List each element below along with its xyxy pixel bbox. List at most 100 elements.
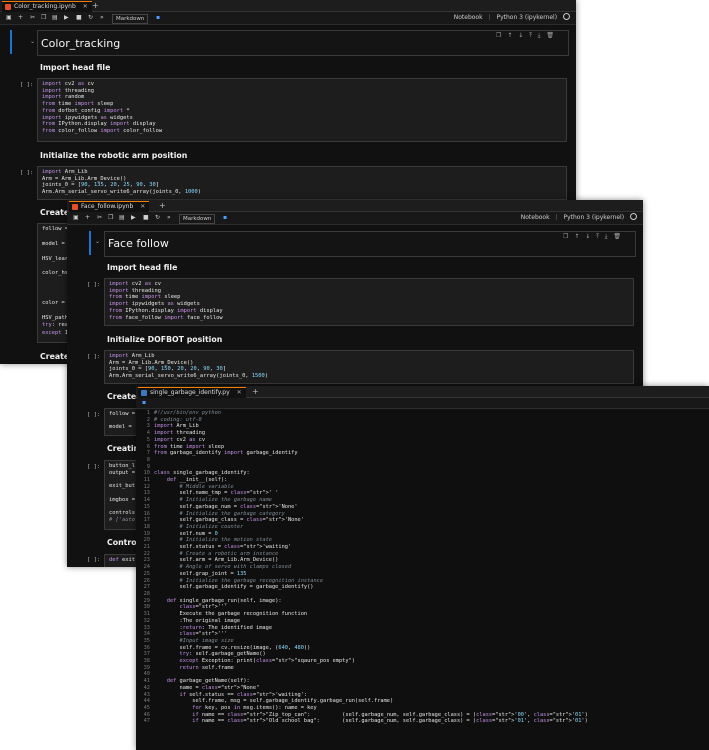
tab-face-follow[interactable]: Face_follow.ipynb ✕ <box>69 201 150 212</box>
code-area[interactable]: #!/usr/bin/env python # coding: utf-8 impo… <box>154 410 588 725</box>
close-icon[interactable]: ✕ <box>140 203 145 210</box>
title-cell[interactable] <box>104 231 636 257</box>
line-number: 41 <box>143 678 150 685</box>
fast-forward-icon[interactable]: » <box>167 212 171 224</box>
code-line: import threading <box>154 430 206 437</box>
code-line: self.name_tmp = class="str">' ' <box>154 490 279 497</box>
insert-above-icon[interactable]: ⤒ <box>529 32 532 39</box>
run-icon[interactable]: ▶ <box>131 212 136 224</box>
save-icon[interactable]: ▣ <box>73 212 79 224</box>
delete-icon[interactable]: 🗑 <box>613 233 621 240</box>
restart-icon[interactable]: ↻ <box>155 212 160 224</box>
add-cell-icon[interactable]: + <box>18 12 23 24</box>
stop-icon[interactable]: ■ <box>76 12 82 24</box>
line-number: 28 <box>143 590 150 597</box>
close-icon[interactable]: ✕ <box>237 389 242 396</box>
git-icon[interactable]: ▪ <box>223 212 227 224</box>
code-line: def garbage_getName(self): <box>166 678 250 685</box>
tab-garbage-identify[interactable]: single_garbage_identify.py ✕ <box>138 387 246 398</box>
insert-above-icon[interactable]: ⤒ <box>596 233 599 240</box>
duplicate-icon[interactable]: ❐ <box>563 233 568 240</box>
heading-creating: Creatin <box>107 444 140 453</box>
code-line: class="str">''' <box>179 604 228 611</box>
code-line: :The original image <box>154 617 241 624</box>
line-number: 13 <box>143 490 150 497</box>
move-down-icon[interactable]: ↓ <box>518 32 523 39</box>
duplicate-icon[interactable]: ❐ <box>496 32 501 39</box>
close-icon[interactable]: ✕ <box>83 3 88 10</box>
run-icon[interactable]: ▶ <box>64 12 69 24</box>
line-number: 37 <box>143 651 150 658</box>
new-tab-icon[interactable]: + <box>252 386 259 397</box>
delete-icon[interactable]: 🗑 <box>546 32 554 39</box>
paste-icon[interactable]: ▤ <box>52 12 58 24</box>
code-line: # Initialize the garbage name <box>154 497 273 504</box>
code-cell-import[interactable]: import cv2 as cv import threading from tim… <box>104 278 634 326</box>
code-line: # Middle variable <box>154 483 234 490</box>
insert-below-icon[interactable]: ⤓ <box>605 233 608 240</box>
line-number: 23 <box>143 557 150 564</box>
notebook-label[interactable]: Notebook <box>454 14 483 21</box>
move-up-icon[interactable]: ↑ <box>574 233 579 240</box>
cut-icon[interactable]: ✂ <box>97 212 102 224</box>
line-number: 34 <box>143 631 150 638</box>
copy-icon[interactable]: ❐ <box>108 212 113 224</box>
cut-icon[interactable]: ✂ <box>30 12 35 24</box>
tab-color-tracking[interactable]: Color_tracking.ipynb ✕ <box>2 1 92 12</box>
code-cell-init[interactable]: import Arm_Lib Arm = Arm_Lib.Arm_Device()… <box>104 350 634 384</box>
code-line: import threading <box>109 287 161 294</box>
code-line: self.garbage_num = class="str">'None' <box>154 503 298 510</box>
code-line: self.garbage_class = class="str">'None' <box>154 517 304 524</box>
stop-icon[interactable]: ■ <box>143 212 149 224</box>
notebook-label[interactable]: Notebook <box>521 214 550 221</box>
kernel-status: Notebook | Python 3 (ipykernel) <box>521 212 637 224</box>
code-cell-import[interactable]: import cv2 as cv import threading import r… <box>37 78 567 142</box>
line-number: 35 <box>143 637 150 644</box>
code-line: Execute the garbage recognition function <box>154 611 308 618</box>
code-line: if self.status == class="str">'waiting': <box>179 691 308 698</box>
save-icon[interactable]: ▣ <box>6 12 12 24</box>
code-line: joints_0 = [90, 150, 20, 20, 90, 30] <box>109 366 226 373</box>
code-line: from garbage_identify import garbage_ide… <box>154 450 298 457</box>
move-down-icon[interactable]: ↓ <box>585 233 590 240</box>
line-number: 46 <box>143 711 150 718</box>
code-line: from time import sleep <box>154 443 225 450</box>
tab-label: Face_follow.ipynb <box>81 203 134 210</box>
chevron-down-icon[interactable]: ⌄ <box>95 238 100 245</box>
git-icon[interactable]: ▪ <box>156 12 160 24</box>
line-number: 24 <box>143 564 150 571</box>
code-line: #Input image size <box>154 637 234 644</box>
code-line: def exit <box>109 557 135 563</box>
code-cell-init[interactable]: import Arm_Lib Arm = Arm_Lib.Arm_Device()… <box>37 166 567 200</box>
cell-type-select[interactable]: Markdown <box>179 214 216 224</box>
code-line: output = <box>109 469 135 476</box>
code-line: import Arm_Lib <box>42 169 88 175</box>
new-tab-icon[interactable]: + <box>92 0 99 11</box>
new-tab-icon[interactable]: + <box>159 200 166 211</box>
active-cell-indicator[interactable] <box>10 30 12 54</box>
active-cell-indicator[interactable] <box>89 231 91 255</box>
paste-icon[interactable]: ▤ <box>119 212 125 224</box>
move-up-icon[interactable]: ↑ <box>507 32 512 39</box>
kernel-name[interactable]: Python 3 (ipykernel) <box>563 214 624 221</box>
line-number: 7 <box>146 450 150 457</box>
kernel-name[interactable]: Python 3 (ipykernel) <box>496 14 557 21</box>
chevron-down-icon[interactable]: ⌄ <box>30 38 35 45</box>
add-cell-icon[interactable]: + <box>85 212 90 224</box>
code-line: # Initialize the garbage category <box>154 510 285 517</box>
editor-toolbar: ▪ <box>136 398 709 409</box>
restart-icon[interactable]: ↻ <box>88 12 93 24</box>
kernel-idle-icon <box>563 13 570 20</box>
cell-type-select[interactable]: Markdown <box>112 14 149 24</box>
insert-below-icon[interactable]: ⤓ <box>538 32 541 39</box>
copy-icon[interactable]: ❐ <box>41 12 46 24</box>
code-line: self.garbage_identify = garbage_identify… <box>154 584 314 591</box>
git-icon[interactable]: ▪ <box>142 397 146 409</box>
code-editor[interactable]: 1 2 3 4 5 6 7 8 9 10 11 12 13 14 15 16 17 18 19 20 21 22 23 24 2… <box>136 410 709 750</box>
fast-forward-icon[interactable]: » <box>100 12 104 24</box>
